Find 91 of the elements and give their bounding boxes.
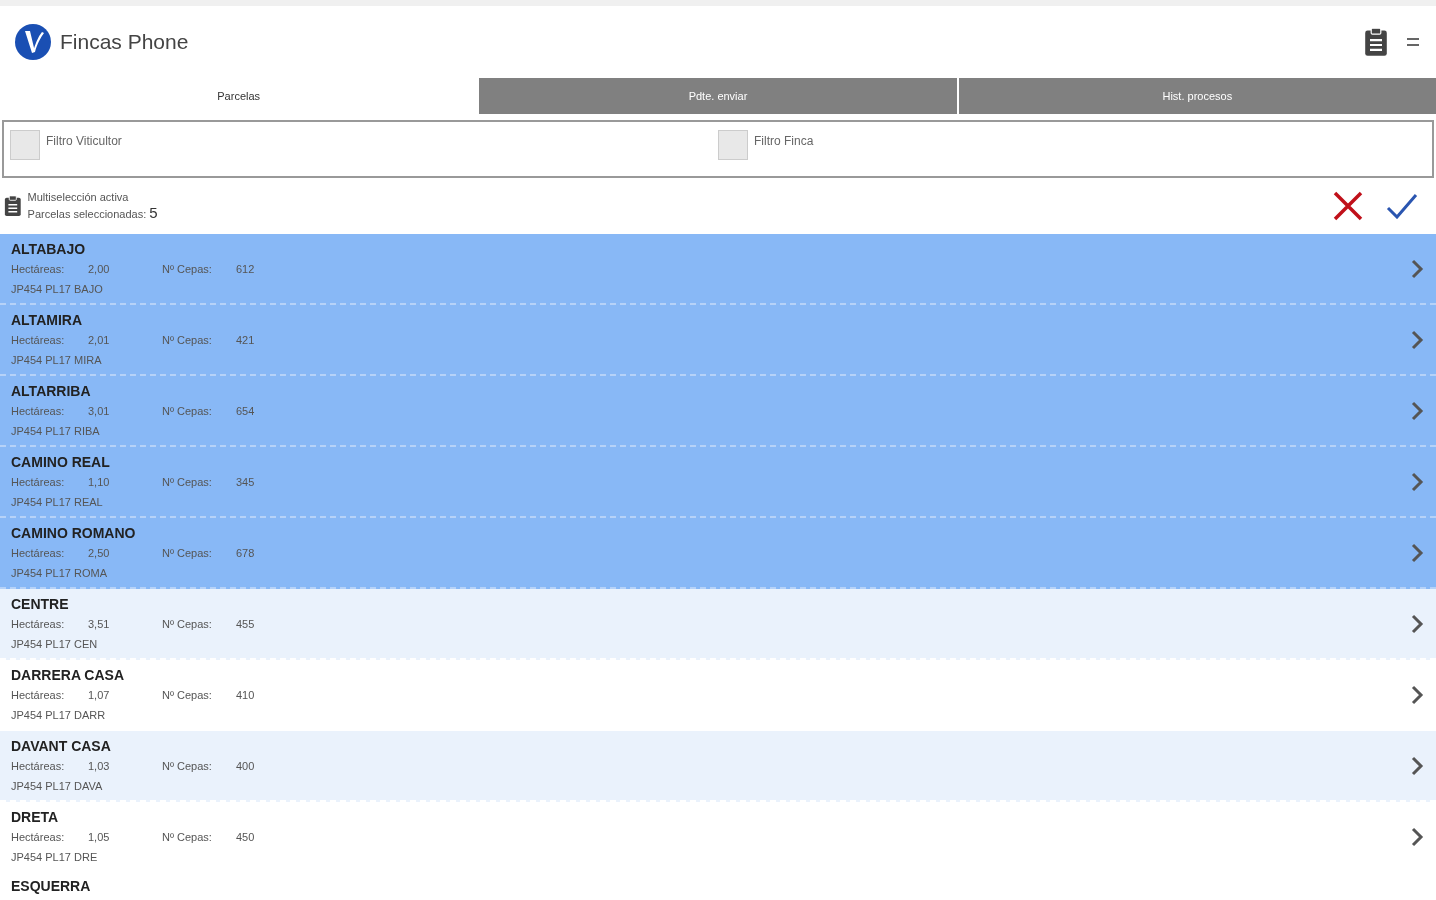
hectares-value: 3,01 — [88, 404, 111, 417]
menu-button[interactable] — [1406, 37, 1420, 47]
hectares-label: Hectáreas: — [11, 830, 66, 843]
checkbox[interactable] — [10, 130, 40, 160]
parcel-name: DARRERA CASA — [11, 666, 126, 683]
clipboard-icon — [4, 195, 22, 217]
parcel-row[interactable]: ALTABAJO Hectáreas: 2,00 Nº Cepas: 612 JP454 PL17 BAJO — [0, 234, 1436, 305]
vines-value: 450 — [236, 830, 256, 843]
vines-label: Nº Cepas: — [162, 475, 213, 488]
parcel-name: CENTRE — [11, 595, 70, 612]
hectares-value: 3,51 — [88, 617, 111, 630]
vines-value: 455 — [236, 617, 256, 630]
app-title: Fincas Phone — [60, 30, 190, 54]
vines-value: 410 — [236, 688, 256, 701]
cancel-button[interactable] — [1332, 190, 1364, 222]
parcel-code: JP454 PL17 ROMA — [11, 566, 108, 579]
hectares-label: Hectáreas: — [11, 404, 66, 417]
hectares-label: Hectáreas: — [11, 759, 66, 772]
vines-value: 345 — [236, 475, 256, 488]
check-icon — [1386, 193, 1418, 219]
hectares-label: Hectáreas: — [11, 333, 66, 346]
parcel-name: ALTABAJO — [11, 240, 87, 257]
menu-icon — [1406, 37, 1420, 47]
parcel-name: ALTAMIRA — [11, 311, 84, 328]
app-logo — [14, 23, 52, 61]
parcel-row[interactable]: ALTAMIRA Hectáreas: 2,01 Nº Cepas: 421 JP454 PL17 MIRA — [0, 305, 1436, 376]
chevron-right-icon — [1410, 826, 1424, 847]
tab[interactable]: Pdte. enviar — [479, 78, 957, 114]
parcel-row[interactable]: CAMINO REAL Hectáreas: 1,10 Nº Cepas: 345 JP454 PL17 REAL — [0, 447, 1436, 518]
chevron-right-icon — [1410, 684, 1424, 705]
parcel-code: JP454 PL17 DRE — [11, 850, 99, 863]
confirm-button[interactable] — [1386, 193, 1418, 219]
parcel-name: ALTARRIBA — [11, 382, 92, 399]
parcel-code: JP454 PL17 REAL — [11, 495, 104, 508]
close-icon — [1332, 190, 1364, 222]
parcel-row[interactable]: DAVANT CASA Hectáreas: 1,03 Nº Cepas: 400 JP454 PL17 DAVA — [0, 731, 1436, 802]
parcel-code: JP454 PL17 CEN — [11, 637, 99, 650]
tab[interactable]: Hist. procesos — [958, 78, 1436, 114]
hectares-label: Hectáreas: — [11, 617, 66, 630]
parcel-code: JP454 PL17 DAVA — [11, 779, 104, 792]
vines-value: 678 — [236, 546, 256, 559]
checkbox[interactable] — [718, 130, 748, 160]
checkbox-label: Filtro Viticultor — [46, 134, 122, 148]
parcel-name: DAVANT CASA — [11, 737, 112, 754]
parcel-code: JP454 PL17 RIBA — [11, 424, 101, 437]
hectares-value: 2,00 — [88, 262, 111, 275]
parcel-row[interactable]: CENTRE Hectáreas: 3,51 Nº Cepas: 455 JP454 PL17 CEN — [0, 589, 1436, 660]
parcel-code: JP454 PL17 MIRA — [11, 353, 103, 366]
hectares-value: 1,10 — [88, 475, 111, 488]
multiselect-status: Multiselección activa — [27, 190, 130, 205]
hectares-value: 2,50 — [88, 546, 111, 559]
vines-label: Nº Cepas: — [162, 688, 213, 701]
checkbox-label: Filtro Finca — [754, 134, 814, 148]
parcel-name: CAMINO ROMANO — [11, 524, 137, 541]
parcel-code: JP454 PL17 BAJO — [11, 282, 104, 295]
parcel-row[interactable]: ALTARRIBA Hectáreas: 3,01 Nº Cepas: 654 JP454 PL17 RIBA — [0, 376, 1436, 447]
clipboard-icon — [1364, 27, 1388, 57]
parcel-name: CAMINO REAL — [11, 453, 111, 470]
parcel-name: ESQUERRA — [11, 878, 91, 894]
chevron-right-icon — [1410, 542, 1424, 563]
chevron-right-icon — [1410, 471, 1424, 492]
hectares-value: 1,07 — [88, 688, 111, 701]
hectares-label: Hectáreas: — [11, 475, 66, 488]
chevron-right-icon — [1410, 329, 1424, 350]
vines-label: Nº Cepas: — [162, 546, 213, 559]
chevron-right-icon — [1410, 613, 1424, 634]
parcel-code: JP454 PL17 DARR — [11, 708, 107, 721]
hectares-label: Hectáreas: — [11, 262, 66, 275]
chevron-right-icon — [1410, 258, 1424, 279]
parcel-name: DRETA — [11, 808, 60, 825]
vines-value: 421 — [236, 333, 256, 346]
hectares-value: 1,03 — [88, 759, 111, 772]
vines-label: Nº Cepas: — [162, 262, 213, 275]
vines-value: 400 — [236, 759, 256, 772]
clipboard-button[interactable] — [1364, 27, 1388, 57]
vines-label: Nº Cepas: — [162, 333, 213, 346]
vines-value: 612 — [236, 262, 256, 275]
selected-count: 5 — [149, 204, 158, 221]
parcel-row[interactable]: CAMINO ROMANO Hectáreas: 2,50 Nº Cepas: 678 JP454 PL17 ROMA — [0, 518, 1436, 589]
vines-label: Nº Cepas: — [162, 759, 213, 772]
hectares-value: 1,05 — [88, 830, 111, 843]
hectares-label: Hectáreas: — [11, 688, 66, 701]
hectares-value: 2,01 — [88, 333, 111, 346]
chevron-right-icon — [1410, 755, 1424, 776]
vines-label: Nº Cepas: — [162, 617, 213, 630]
vines-label: Nº Cepas: — [162, 830, 213, 843]
selected-count-label: Parcelas seleccionadas: — [27, 208, 148, 220]
vines-value: 654 — [236, 404, 256, 417]
chevron-right-icon — [1410, 400, 1424, 421]
hectares-label: Hectáreas: — [11, 546, 66, 559]
vines-label: Nº Cepas: — [162, 404, 213, 417]
